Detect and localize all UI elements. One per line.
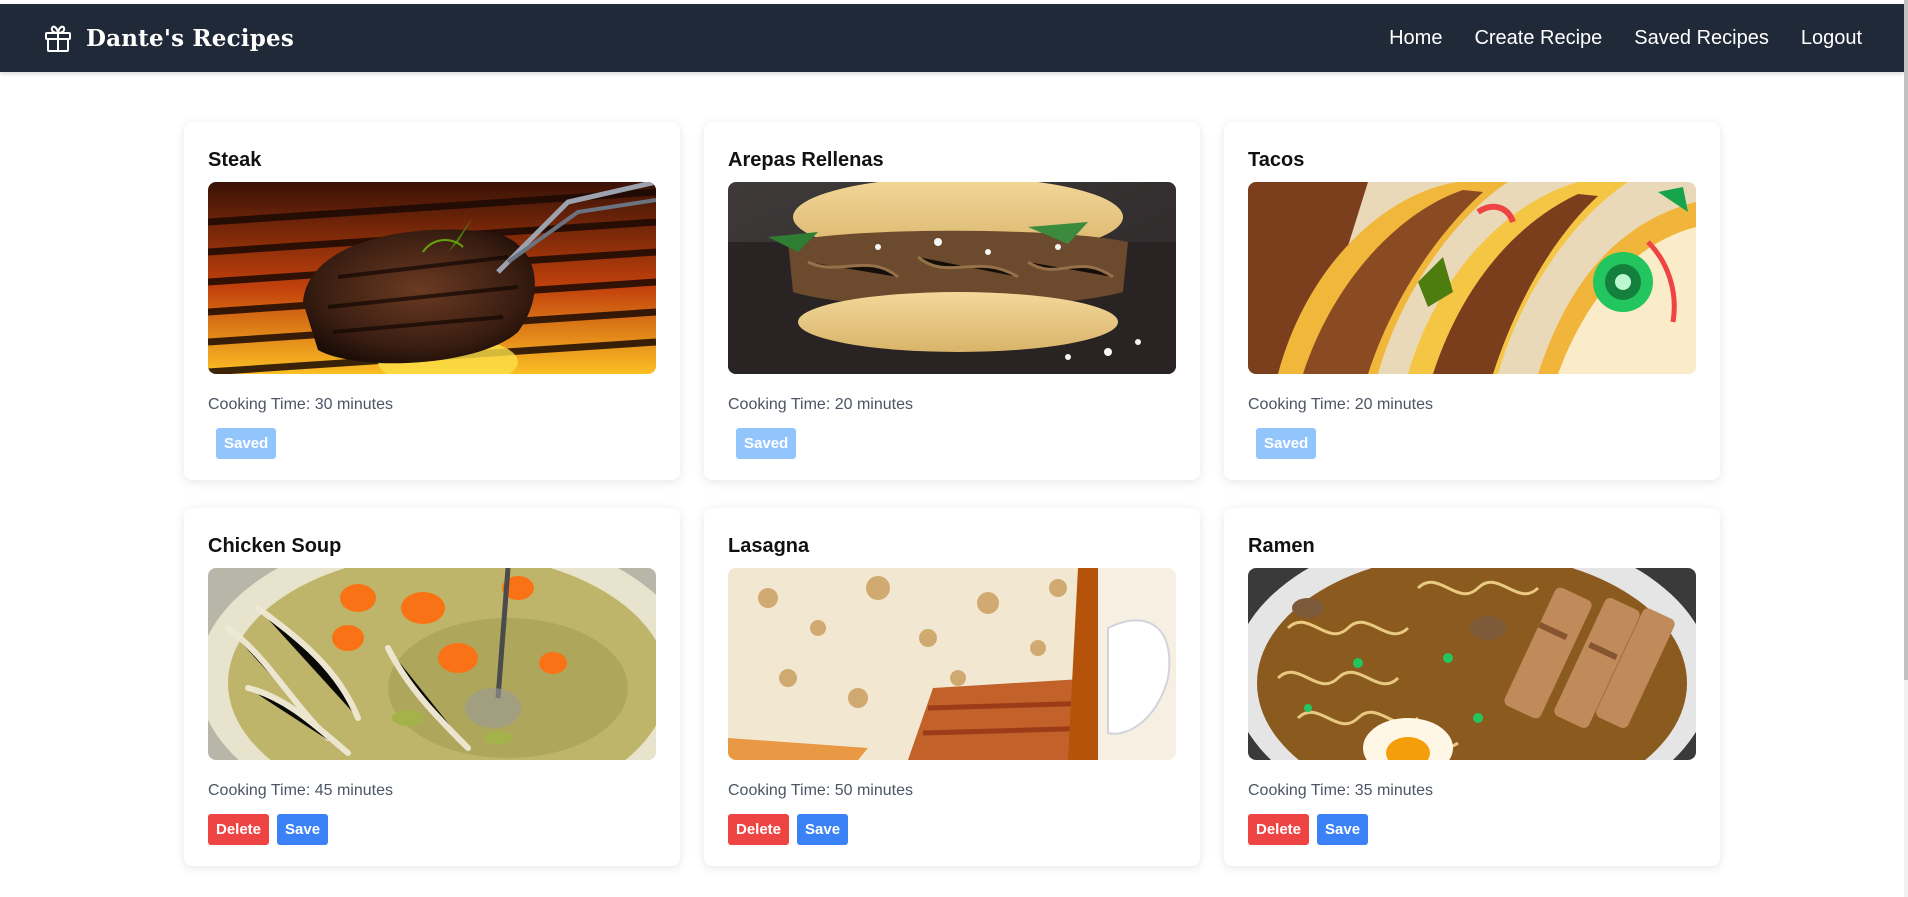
recipe-card: Ramen Cooking Time: 35 minutes Delete Sa… (1224, 508, 1720, 866)
scrollbar-thumb[interactable] (1904, 0, 1908, 680)
save-button[interactable]: Save (277, 813, 329, 845)
recipe-title: Lasagna (728, 535, 810, 557)
saved-button[interactable]: Saved (736, 427, 797, 459)
cooking-time: Cooking Time: 20 minutes (728, 396, 913, 413)
delete-button[interactable]: Delete (1248, 813, 1310, 845)
tacos-photo (1248, 182, 1696, 374)
ramen-photo (1248, 568, 1696, 760)
card-actions: Delete Save (1248, 813, 1696, 845)
recipe-title: Arepas Rellenas (728, 149, 884, 171)
recipe-card: Tacos Cooking Time: 20 minutes Saved (1224, 122, 1720, 480)
brand-title: Dante's Recipes (86, 24, 294, 52)
cooking-time: Cooking Time: 35 minutes (1248, 782, 1433, 799)
save-button[interactable]: Save (797, 813, 849, 845)
nav-saved-recipes-link[interactable]: Saved Recipes (1634, 27, 1769, 50)
cooking-time: Cooking Time: 50 minutes (728, 782, 913, 799)
delete-button[interactable]: Delete (728, 813, 790, 845)
lasagna-photo (728, 568, 1176, 760)
arepas-photo (728, 182, 1176, 374)
nav-create-recipe-link[interactable]: Create Recipe (1474, 27, 1602, 50)
steak-photo (208, 182, 656, 374)
recipe-title: Steak (208, 149, 262, 171)
card-actions: Delete Save (728, 813, 1176, 845)
recipe-card: Lasagna Cooking Time: 50 minutes Delete … (704, 508, 1200, 866)
card-actions: Saved (208, 427, 656, 459)
cooking-time: Cooking Time: 45 minutes (208, 782, 393, 799)
page-scrollbar[interactable] (1904, 0, 1908, 897)
save-button[interactable]: Save (1317, 813, 1369, 845)
saved-button[interactable]: Saved (216, 427, 277, 459)
recipe-card: Chicken Soup Cooking Time: 45 minutes De… (184, 508, 680, 866)
recipe-grid: Steak Cooking Time: 30 minutes Saved Are… (184, 122, 1720, 866)
nav-home-link[interactable]: Home (1389, 27, 1442, 50)
card-actions: Delete Save (208, 813, 656, 845)
recipe-title: Tacos (1248, 149, 1305, 171)
saved-button[interactable]: Saved (1256, 427, 1317, 459)
nav-logout-link[interactable]: Logout (1801, 27, 1862, 50)
card-actions: Saved (728, 427, 1176, 459)
delete-button[interactable]: Delete (208, 813, 270, 845)
brand[interactable]: Dante's Recipes (40, 20, 294, 56)
nav-links: Home Create Recipe Saved Recipes Logout (1389, 27, 1862, 50)
card-actions: Saved (1248, 427, 1696, 459)
recipe-card: Arepas Rellenas Cooking Time: 20 minutes… (704, 122, 1200, 480)
cooking-time: Cooking Time: 30 minutes (208, 396, 393, 413)
recipe-card: Steak Cooking Time: 30 minutes Saved (184, 122, 680, 480)
top-navbar: Dante's Recipes Home Create Recipe Saved… (0, 4, 1904, 72)
recipe-title: Ramen (1248, 535, 1315, 557)
cooking-time: Cooking Time: 20 minutes (1248, 396, 1433, 413)
recipe-title: Chicken Soup (208, 535, 342, 557)
gift-icon (40, 20, 76, 56)
chicken-soup-photo (208, 568, 656, 760)
